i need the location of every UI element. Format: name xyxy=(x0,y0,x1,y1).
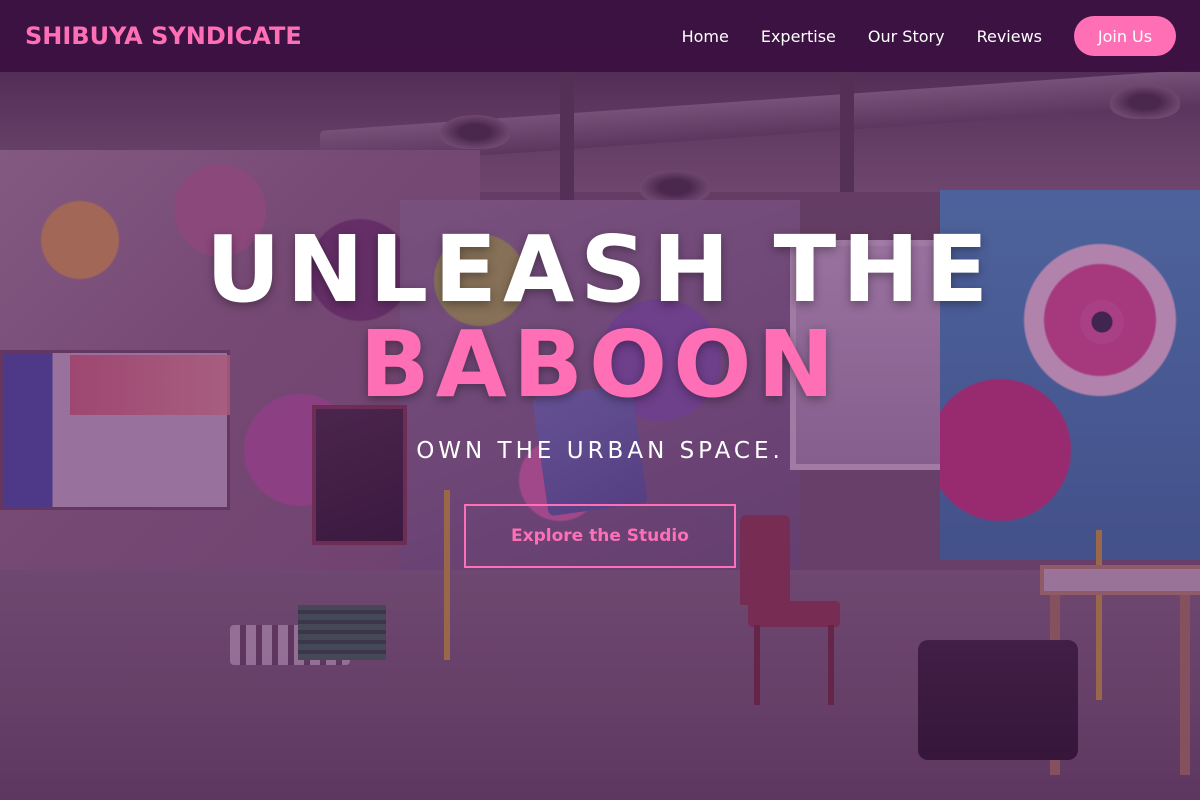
hero-headline: UNLEASH THE BABOON xyxy=(0,222,1200,412)
nav-link-our-story[interactable]: Our Story xyxy=(868,27,945,46)
top-nav: SHIBUYA SYNDICATE Home Expertise Our Sto… xyxy=(0,0,1200,72)
nav-link-home[interactable]: Home xyxy=(682,27,729,46)
join-us-button[interactable]: Join Us xyxy=(1074,16,1176,56)
explore-studio-button[interactable]: Explore the Studio xyxy=(464,504,736,568)
nav-link-reviews[interactable]: Reviews xyxy=(977,27,1042,46)
hero-content: UNLEASH THE BABOON OWN THE URBAN SPACE. … xyxy=(0,222,1200,568)
hero-tagline: OWN THE URBAN SPACE. xyxy=(416,438,784,464)
headline-accent: BABOON xyxy=(359,311,841,418)
nav-menu: Home Expertise Our Story Reviews Join Us xyxy=(682,16,1176,56)
headline-line-1: UNLEASH THE xyxy=(205,216,995,323)
brand-logo[interactable]: SHIBUYA SYNDICATE xyxy=(25,22,302,50)
nav-link-expertise[interactable]: Expertise xyxy=(761,27,836,46)
